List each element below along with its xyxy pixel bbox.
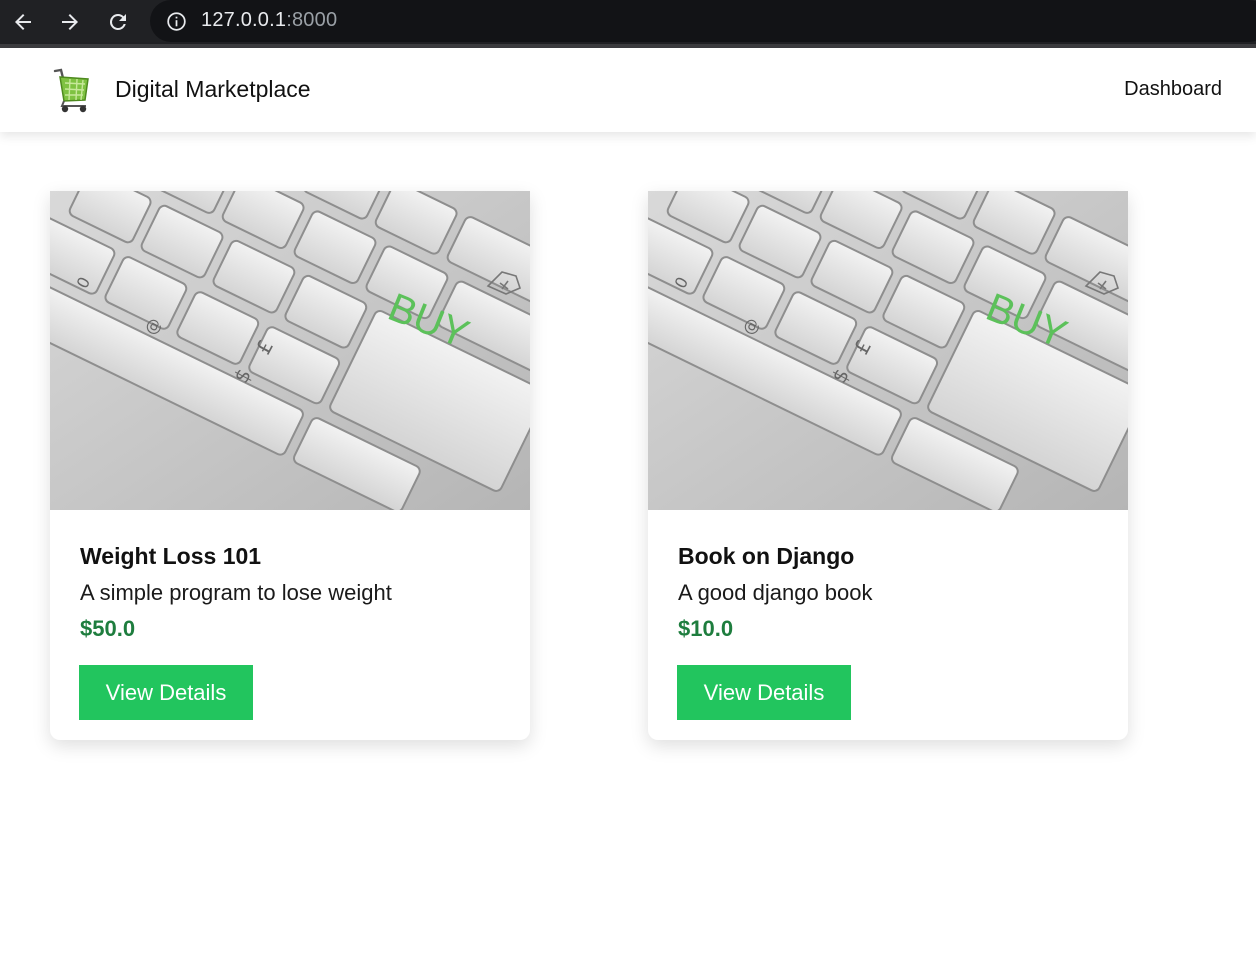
brand-title[interactable]: Digital Marketplace <box>115 76 311 103</box>
product-description: A good django book <box>678 580 873 605</box>
product-image <box>50 191 530 510</box>
reload-icon <box>109 13 126 30</box>
reload-button[interactable] <box>103 7 133 37</box>
product-card: Weight Loss 101 A simple program to lose… <box>50 191 530 740</box>
url-host: 127.0.0.1 <box>201 9 287 31</box>
forward-button[interactable] <box>55 7 85 37</box>
product-description: A simple program to lose weight <box>80 580 392 605</box>
info-icon[interactable] <box>166 11 187 32</box>
url-text[interactable]: 127.0.0.1:8000 <box>201 9 337 32</box>
back-arrow-icon <box>15 14 31 30</box>
view-details-button[interactable]: View Details <box>79 665 253 720</box>
browser-toolbar: 127.0.0.1:8000 <box>0 0 1256 48</box>
product-card: Book on Django A good django book $10.0 … <box>648 191 1128 740</box>
nav-link-dashboard[interactable]: Dashboard <box>1124 78 1222 101</box>
product-title: Book on Django <box>678 543 855 569</box>
site-navbar: Digital Marketplace Dashboard <box>0 48 1256 132</box>
product-image <box>648 191 1128 510</box>
back-button[interactable] <box>8 7 38 37</box>
product-price: $10.0 <box>678 616 734 641</box>
url-port: :8000 <box>286 9 338 31</box>
shopping-cart-icon[interactable] <box>50 65 92 115</box>
product-title: Weight Loss 101 <box>80 543 262 569</box>
forward-arrow-icon <box>62 14 78 30</box>
view-details-button[interactable]: View Details <box>677 665 851 720</box>
product-price: $50.0 <box>80 616 136 641</box>
